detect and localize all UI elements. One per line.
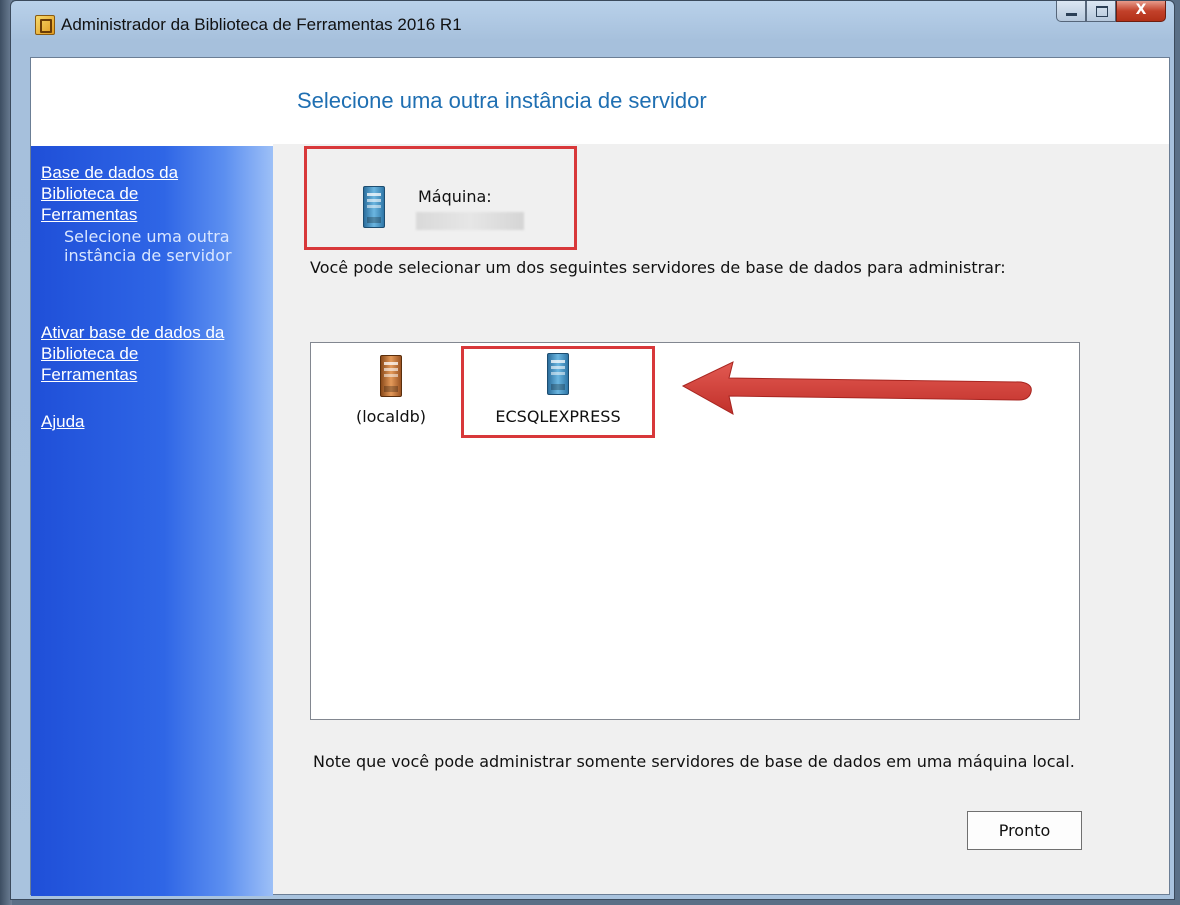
app-icon	[35, 15, 55, 35]
annotation-arrow-icon	[681, 361, 1032, 415]
minimize-button[interactable]	[1056, 1, 1086, 22]
machine-label: Máquina:	[418, 187, 492, 206]
note-text: Note que você pode administrar somente s…	[313, 752, 1075, 771]
machine-server-icon	[363, 186, 385, 228]
servers-prompt: Você pode selecionar um dos seguintes se…	[310, 258, 1006, 277]
sidebar-item-database[interactable]: Base de dados da Biblioteca de Ferrament…	[41, 162, 231, 225]
server-orange-icon	[380, 355, 402, 397]
title-bar[interactable]: Administrador da Biblioteca de Ferrament…	[11, 1, 1174, 45]
close-button[interactable]: X	[1116, 1, 1166, 22]
sidebar-item-help[interactable]: Ajuda	[41, 411, 231, 432]
list-item-label: (localdb)	[355, 407, 427, 426]
sidebar-item-activate-database[interactable]: Ativar base de dados da Biblioteca de Fe…	[41, 322, 231, 385]
header: Selecione uma outra instância de servido…	[31, 58, 1169, 144]
server-highlight-box	[461, 346, 655, 438]
done-button[interactable]: Pronto	[967, 811, 1082, 850]
machine-name-redacted	[416, 212, 524, 230]
client-area: Selecione uma outra instância de servido…	[30, 57, 1170, 896]
main-panel: Máquina: Você pode selecionar um dos seg…	[273, 144, 1169, 894]
list-item[interactable]: (localdb)	[341, 351, 441, 431]
page-title: Selecione uma outra instância de servido…	[297, 88, 707, 113]
maximize-button[interactable]	[1086, 1, 1116, 22]
app-window: Administrador da Biblioteca de Ferrament…	[10, 0, 1175, 900]
window-controls: X	[1056, 1, 1166, 23]
close-icon: X	[1135, 2, 1147, 18]
sidebar-item-select-instance: Selecione uma outra instância de servido…	[64, 227, 232, 265]
window-title: Administrador da Biblioteca de Ferrament…	[61, 15, 462, 34]
sidebar: Base de dados da Biblioteca de Ferrament…	[31, 144, 273, 896]
